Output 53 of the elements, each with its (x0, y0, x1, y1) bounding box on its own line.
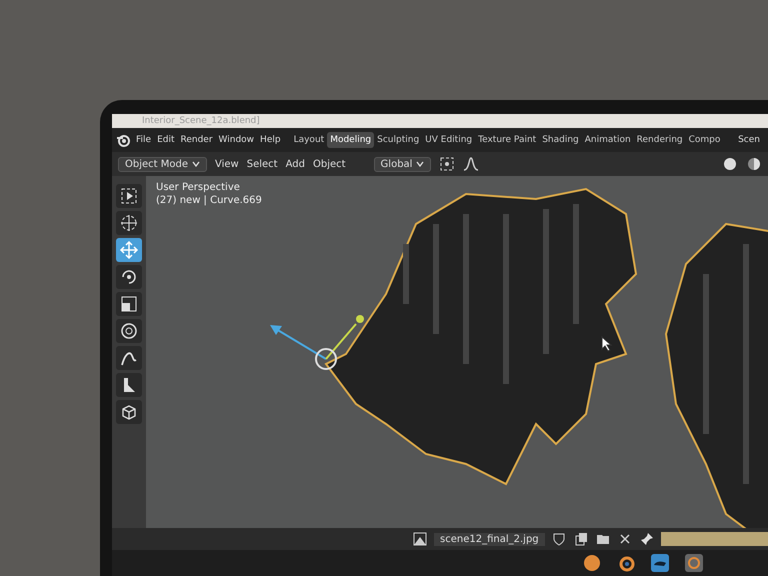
menu-item[interactable]: Select (246, 158, 278, 170)
scale-icon (119, 294, 139, 314)
tool-button[interactable] (116, 346, 142, 370)
workspace-tab[interactable]: Animation (582, 132, 634, 148)
tool-button[interactable] (116, 211, 142, 235)
workspace-tab[interactable]: UV Editing (422, 132, 476, 148)
app-icon[interactable] (582, 553, 602, 573)
menu-item[interactable]: View (215, 158, 239, 170)
shading-sphere-icon[interactable] (722, 156, 738, 172)
workspace-tab[interactable]: Compo (686, 132, 724, 148)
tool-button[interactable] (116, 400, 142, 424)
shading-sphere-icon[interactable] (746, 156, 762, 172)
caret-icon (416, 160, 424, 167)
menu-item[interactable]: Render (180, 135, 213, 145)
select-box-icon (119, 186, 139, 206)
transform-icon (119, 321, 139, 341)
app-icon[interactable] (684, 553, 704, 573)
window-title: Interior_Scene_12a.blend] (142, 116, 260, 126)
workspace-tab[interactable]: Modeling (327, 132, 374, 148)
whale-app-icon[interactable] (650, 553, 670, 573)
tool-button[interactable] (116, 265, 142, 289)
mode-dropdown[interactable]: Object Mode (118, 156, 207, 172)
mouse-pointer-icon (601, 336, 613, 352)
tool-button[interactable] (116, 292, 142, 316)
workspace-tab[interactable]: Texture Paint (475, 132, 540, 148)
menu-item[interactable]: Window (218, 135, 254, 145)
image-name-field[interactable]: scene12_final_2.jpg (434, 532, 545, 546)
3d-viewport[interactable]: User Perspective (27) new | Curve.669 (146, 176, 768, 528)
caret-icon (192, 160, 200, 167)
move-arrows-icon (119, 240, 139, 260)
menu-item[interactable]: Object (312, 158, 346, 170)
cursor-icon (119, 213, 139, 233)
menu-item[interactable]: Help (260, 135, 281, 145)
shield-icon[interactable] (550, 531, 567, 547)
snap-icon[interactable] (439, 156, 456, 172)
view-name: User Perspective (156, 182, 241, 193)
orientation-dropdown[interactable]: Global (374, 156, 432, 172)
scene-field[interactable]: Scen (738, 135, 760, 145)
copy-icon[interactable] (572, 531, 589, 547)
tool-button[interactable] (116, 373, 142, 397)
menu-item[interactable]: File (136, 135, 152, 145)
workspace-tab[interactable]: Layout (290, 132, 328, 148)
menu-item[interactable]: Add (286, 158, 305, 170)
tool-button[interactable] (116, 319, 142, 343)
image-editor-icon[interactable] (412, 531, 428, 547)
tool-button[interactable] (116, 184, 142, 208)
workspace-tab[interactable]: Shading (539, 132, 582, 148)
logo-icon[interactable] (116, 133, 130, 147)
object-info: (27) new | Curve.669 (156, 195, 263, 206)
falloff-curve-icon[interactable] (463, 156, 480, 172)
workspace-tab[interactable]: Rendering (634, 132, 686, 148)
menu-item[interactable]: Edit (157, 135, 174, 145)
workspace-tab[interactable]: Sculpting (374, 132, 422, 148)
